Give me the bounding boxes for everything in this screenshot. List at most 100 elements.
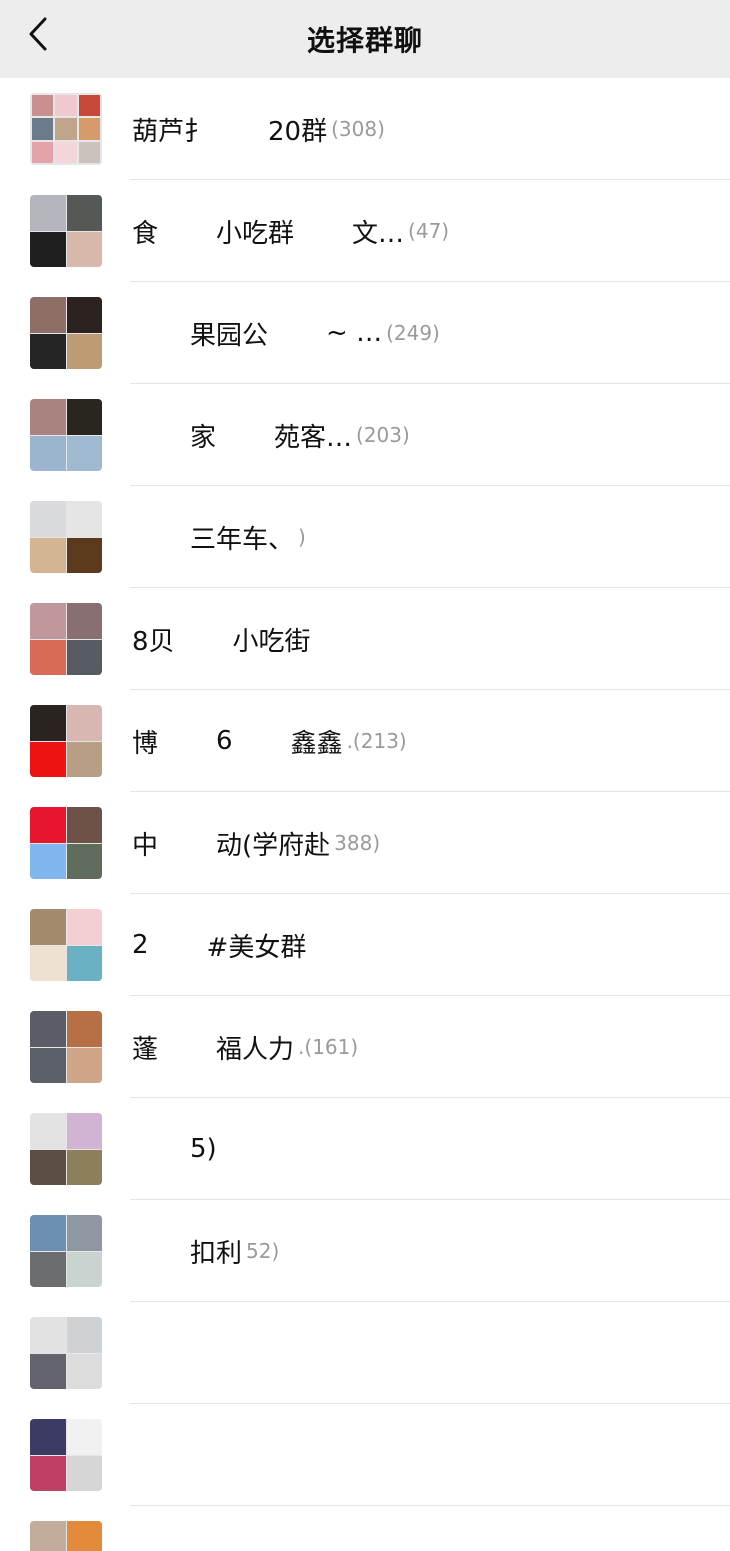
group-name-part: 小吃街 — [232, 626, 311, 657]
group-name-part: 6 — [216, 726, 233, 756]
group-row[interactable]: 三年车、) — [0, 486, 730, 588]
avatar-tile — [30, 231, 66, 267]
group-name-part: 扣利 — [190, 1238, 243, 1269]
group-name-part: 食 — [132, 218, 159, 249]
group-label — [132, 1506, 136, 1551]
avatar-tile — [30, 741, 66, 777]
group-row[interactable]: 果园公 ~ … (249) — [0, 282, 730, 384]
group-row[interactable]: 博 6 鑫鑫 .(213) — [0, 690, 730, 792]
avatar-tile — [30, 501, 66, 537]
group-name-part: 20群 — [268, 116, 328, 147]
group-name-part: 三年车、 — [190, 524, 295, 555]
group-name-part: 苑客… — [274, 422, 353, 453]
avatar-tile — [66, 603, 102, 639]
avatar-tile — [66, 909, 102, 945]
group-row[interactable]: 5) — [0, 1098, 730, 1200]
avatar-tile — [30, 1455, 66, 1491]
avatar-tile — [66, 1317, 102, 1353]
group-label: 8贝 小吃街 — [132, 588, 315, 690]
avatar-tile — [66, 705, 102, 741]
avatar-tile — [30, 945, 66, 981]
group-avatar — [30, 807, 102, 879]
avatar-tile — [66, 807, 102, 843]
avatar-tile — [30, 1149, 66, 1185]
group-name-part: 中 — [132, 830, 159, 861]
avatar-tile — [32, 118, 54, 140]
avatar-tile — [66, 1455, 102, 1491]
avatar-tile — [32, 141, 54, 163]
avatar-tile — [30, 603, 66, 639]
avatar-tile — [66, 1215, 102, 1251]
group-avatar — [30, 1215, 102, 1287]
group-label: 扣利 52) — [132, 1200, 279, 1302]
group-label: 2 #美女群 — [132, 894, 310, 996]
group-row[interactable]: 食 小吃群 文… (47) — [0, 180, 730, 282]
avatar-tile — [30, 843, 66, 879]
group-row[interactable] — [0, 1404, 730, 1506]
group-row[interactable] — [0, 1302, 730, 1404]
avatar-tile — [30, 909, 66, 945]
group-label: 三年车、) — [132, 486, 306, 588]
group-avatar — [30, 1011, 102, 1083]
group-name-part: 葫芦扌 — [132, 116, 211, 147]
back-button[interactable] — [18, 14, 58, 54]
group-avatar — [30, 501, 102, 573]
avatar-tile — [66, 741, 102, 777]
group-avatar — [30, 1317, 102, 1389]
group-label — [132, 1404, 136, 1506]
avatar-tile — [66, 1251, 102, 1287]
group-row[interactable] — [0, 1506, 730, 1551]
avatar-tile — [30, 1353, 66, 1389]
group-row[interactable]: 葫芦扌 20群 (308) — [0, 78, 730, 180]
member-count: (203) — [356, 423, 410, 447]
group-list: 葫芦扌 20群 (308) 食 小吃群 文… (47) 果园公 ~ … (249) 家 苑客… (203… — [0, 78, 730, 1551]
avatar-tile — [66, 501, 102, 537]
group-label: 果园公 ~ … (249) — [132, 282, 440, 384]
avatar-tile — [30, 1113, 66, 1149]
group-avatar — [30, 1113, 102, 1185]
group-name-part: 5) — [190, 1134, 217, 1164]
group-avatar — [30, 1521, 102, 1551]
group-name-part: 鑫鑫 — [290, 728, 343, 759]
avatar-tile — [30, 195, 66, 231]
avatar-tile — [30, 1419, 66, 1455]
group-row[interactable]: 扣利 52) — [0, 1200, 730, 1302]
group-name-part: 蓬 — [132, 1034, 159, 1065]
group-row[interactable]: 蓬 福人力 .(161) — [0, 996, 730, 1098]
group-name-part: 2 — [132, 930, 149, 960]
group-row[interactable]: 8贝 小吃街 — [0, 588, 730, 690]
avatar-tile — [66, 435, 102, 471]
chevron-left-icon — [29, 17, 47, 51]
avatar-tile — [66, 399, 102, 435]
avatar-tile — [30, 1251, 66, 1287]
avatar-tile — [30, 333, 66, 369]
group-name-part: 文… — [352, 218, 405, 249]
group-row[interactable]: 2 #美女群 — [0, 894, 730, 996]
group-row[interactable]: 家 苑客… (203) — [0, 384, 730, 486]
member-count: ) — [298, 525, 306, 549]
avatar-tile — [30, 1215, 66, 1251]
avatar-tile — [30, 1317, 66, 1353]
group-row[interactable]: 中 动(学府赴 388) — [0, 792, 730, 894]
avatar-tile — [78, 118, 100, 140]
avatar-tile — [66, 195, 102, 231]
avatar-tile — [66, 1521, 102, 1551]
group-avatar — [30, 195, 102, 267]
avatar-tile — [30, 705, 66, 741]
avatar-tile — [30, 435, 66, 471]
page-title: 选择群聊 — [306, 24, 423, 57]
avatar-tile — [78, 141, 100, 163]
group-label: 蓬 福人力 .(161) — [132, 996, 358, 1098]
avatar-tile — [66, 843, 102, 879]
avatar-tile — [66, 1353, 102, 1389]
group-name-part: 博 — [132, 728, 159, 759]
member-count: .(213) — [346, 729, 407, 753]
avatar-tile — [30, 1011, 66, 1047]
member-count: (308) — [331, 117, 385, 141]
member-count: 52) — [246, 1239, 280, 1263]
group-name-part: ~ … — [326, 318, 383, 348]
avatar-tile — [66, 945, 102, 981]
group-name-part: 果园公 — [190, 320, 269, 351]
group-avatar — [30, 93, 102, 165]
group-name-part: 动(学府赴 — [216, 830, 331, 861]
